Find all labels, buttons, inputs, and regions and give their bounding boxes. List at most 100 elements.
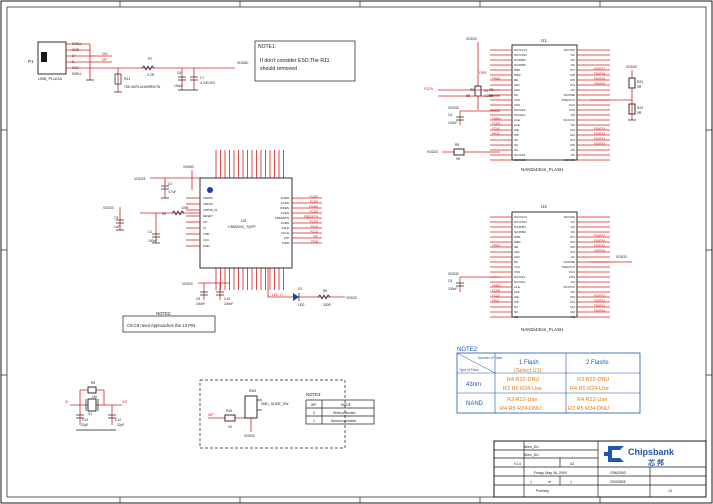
u4-ref: U4 bbox=[541, 204, 547, 209]
wp-net: WP bbox=[208, 413, 214, 417]
c10-value: 100nF bbox=[224, 302, 233, 306]
c7-value: 4.7uF/10V bbox=[200, 81, 216, 85]
fdata-net-label: FDATA4 bbox=[594, 249, 605, 253]
flash-left-pin-label: VCC bbox=[514, 265, 521, 269]
fdata-net-label: FDATA0 bbox=[594, 309, 605, 313]
r3-value: 0R bbox=[489, 88, 494, 92]
r8-value: 0R bbox=[489, 94, 494, 98]
note1-title: NOTE1: bbox=[258, 44, 276, 50]
fctrl-net-label: FCLE bbox=[492, 127, 500, 131]
chipsbank-logo: Chipsbank 芯 邦 bbox=[604, 446, 675, 467]
row2-c1a: R3 R22-Use bbox=[507, 397, 537, 403]
row2-c2a: R4 R22-Use bbox=[577, 397, 607, 403]
flash-right-pin-label: PRE/VCC bbox=[562, 98, 576, 102]
flash-right-pin-label: IO0 bbox=[570, 143, 575, 147]
u3-left-pin-label: VCC bbox=[203, 238, 210, 242]
flash-left-pin-label: CE2 bbox=[514, 255, 520, 259]
flash-right-pin-label: VCC bbox=[569, 270, 576, 274]
row2-c1b: R4 R5 R24-DNU bbox=[500, 406, 541, 412]
note3-row2-mode: Normal operation bbox=[331, 419, 356, 423]
fdata-net-label: FDATA3 bbox=[594, 127, 605, 131]
c13-ref: C13 bbox=[82, 418, 88, 422]
u3-right-net-label: FCEN bbox=[310, 210, 318, 214]
tb-sheet: 1 bbox=[530, 480, 532, 484]
company-name: Chipsbank bbox=[628, 447, 675, 457]
vdd33-label-led: VDD33 bbox=[346, 296, 357, 300]
u3-right-net-label: FCEN bbox=[310, 200, 318, 204]
col1-head: 1 Flash bbox=[519, 360, 539, 366]
xo-net: XO bbox=[122, 400, 127, 404]
flash-left-pin-label: CE1 bbox=[514, 83, 520, 87]
vdd50-label-u3: VDD50 bbox=[183, 165, 194, 169]
tb-doc-date: 20090508 bbox=[610, 480, 626, 484]
vdd33-label-c5: VDD33 bbox=[448, 272, 459, 276]
c9-ref: C9 bbox=[196, 297, 200, 301]
c3-ref: C3 bbox=[114, 216, 118, 220]
flash-right-pin-label: IO5 bbox=[570, 245, 575, 249]
flash-left-pin-label: WE bbox=[514, 295, 519, 299]
r5-ref: R5 bbox=[455, 143, 459, 147]
note3-row2-wp: 1 bbox=[313, 419, 315, 423]
u1-part: NAND/43nm_FLASH bbox=[521, 167, 563, 172]
vdd33-label-r5: VDD33 bbox=[427, 150, 438, 154]
flash-right-pin-label: IO7 bbox=[570, 68, 575, 72]
r15-ref: R15 bbox=[226, 409, 232, 413]
write-protect-switch: WP R15 1K SW1 SMD_SLIDE_SW VDD33 bbox=[199, 379, 346, 449]
flash-left-pin-label: R/B2 bbox=[514, 73, 521, 77]
row1-c2b: R4 R5 R24-Use bbox=[570, 386, 609, 392]
flash-right-pin-label: IO2 bbox=[570, 133, 575, 137]
flash-right-pin-label: IO2 bbox=[570, 300, 575, 304]
r3-ref: R3 bbox=[470, 88, 474, 92]
fdata-net-label: FDATA0 bbox=[594, 142, 605, 146]
flash-left-pin-label: RE bbox=[514, 78, 518, 82]
flash-u4: U4 NAND/43nm_FLASH NC/VCC1NC/VSS1NC/R/B1… bbox=[490, 204, 610, 332]
fdata-net-label: FDATA7 bbox=[594, 67, 605, 71]
corner-bottom: Type of Flash bbox=[459, 368, 479, 372]
fdata-net-label: FDATA1 bbox=[594, 304, 605, 308]
u3-left-pin-label: XI bbox=[203, 226, 206, 230]
flash-right-pin-label: IO1 bbox=[570, 305, 575, 309]
flash-right-pin-label: NC/VCC bbox=[563, 118, 575, 122]
flash-right-pin-label: IO5 bbox=[570, 78, 575, 82]
vdd33-label-c4: VDD33 bbox=[448, 106, 459, 110]
flash-left-pin-label: WP bbox=[514, 300, 519, 304]
r22-ref: R22 bbox=[637, 106, 643, 110]
flash-left-pin-label: WP bbox=[514, 133, 519, 137]
note3-title: NOTE3: bbox=[306, 392, 322, 397]
u3-right-net-label: FR/B bbox=[311, 240, 318, 244]
flash-left-pin-label: RE bbox=[514, 245, 518, 249]
flash-right-pin-label: VCC bbox=[569, 103, 576, 107]
flash-left-pin-label: NC/VSS bbox=[514, 153, 525, 157]
corner-top: Number of Flash bbox=[478, 356, 503, 360]
flash-left-pin-label: CE2 bbox=[514, 88, 520, 92]
c4-ref: C4 bbox=[448, 113, 452, 117]
flash-left-pin-label: NC/CE4 bbox=[514, 113, 525, 117]
r2-ref: R2 bbox=[162, 212, 166, 216]
r6-ref: R6 bbox=[323, 289, 327, 293]
tb-designer: Allen_DU bbox=[524, 445, 539, 449]
tb-publicity: Publicity bbox=[536, 489, 549, 493]
vdd33-label-u1: VDD33 bbox=[466, 37, 477, 41]
r15-value: 1K bbox=[228, 425, 233, 429]
crystal-circuit: XI XO X1 R5 1M C13 22pF C12 22pF bbox=[65, 381, 127, 431]
u3-right-pin-label: FCEN bbox=[281, 221, 289, 225]
flash-right-pin-label: VSS bbox=[569, 275, 575, 279]
xi-net: XI bbox=[65, 400, 68, 404]
fctrl-net-label: FREN bbox=[492, 244, 500, 248]
vdd33-label-reset: VDD33 bbox=[103, 206, 114, 210]
u3-right-net-label: FWEN bbox=[309, 205, 318, 209]
c5-ref: C5 bbox=[448, 279, 452, 283]
note3-head-mode: MODE bbox=[341, 403, 352, 407]
r24-ref: R24 bbox=[637, 80, 643, 84]
flash-right-pin-label: IO4 bbox=[570, 250, 575, 254]
flash-right-pin-label: PRE/VCC bbox=[562, 265, 576, 269]
col2-head: 2 Flashs bbox=[586, 360, 609, 366]
flash-left-pin-label: R/B2 bbox=[514, 240, 521, 244]
row1-c1a: R4 R22-DNU bbox=[507, 377, 539, 383]
title-block: Allen_DU Allen_DU V1.0 A3 Friday, May 08… bbox=[493, 440, 707, 498]
r24-value: 0R bbox=[637, 85, 642, 89]
fnet-frb-u1: FR/B bbox=[479, 71, 487, 75]
note1-line2: should removed . bbox=[260, 66, 300, 72]
u3-part: CBM2093_TQFP bbox=[228, 225, 256, 229]
flash-left-pin-label: NC/R/B1 bbox=[514, 58, 526, 62]
